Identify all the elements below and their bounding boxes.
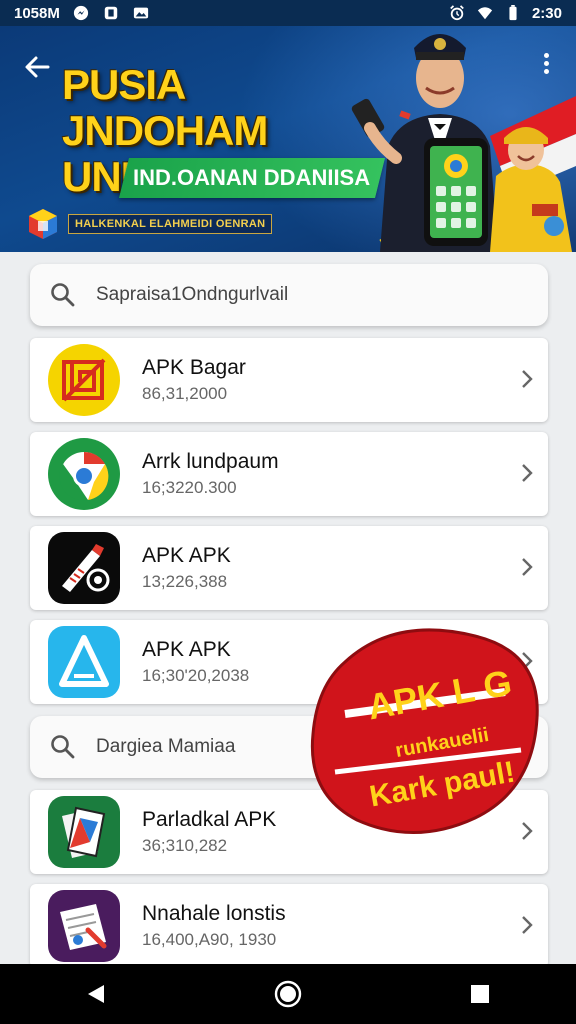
- chevron-right-icon: [522, 464, 533, 482]
- cube-logo-icon: [29, 209, 57, 239]
- more-options-icon[interactable]: [540, 50, 552, 82]
- list-item[interactable]: Nnahale lonstis 16,400,A90, 1930: [30, 884, 548, 968]
- app-meta: 86,31,2000: [142, 384, 228, 403]
- app-meta: 16;3220.300: [142, 478, 237, 497]
- app-name: Parladkal APK: [142, 808, 277, 831]
- app-meta: 16,400,A90, 1930: [142, 930, 277, 949]
- system-navigation-bar: [0, 964, 576, 1024]
- search-icon: [51, 283, 75, 307]
- app-meta: 16;30'20,2038: [142, 666, 250, 685]
- nav-home-icon[interactable]: [268, 974, 308, 1014]
- search-icon: [51, 735, 75, 759]
- back-arrow-icon[interactable]: [22, 52, 54, 84]
- app-meta: 36;310,282: [142, 836, 228, 855]
- notification-icon: [104, 6, 118, 20]
- messenger-icon: [73, 5, 88, 21]
- chevron-right-icon: [522, 370, 533, 388]
- tools-app-icon: [48, 532, 120, 604]
- stationery-app-icon: [48, 890, 120, 962]
- triangle-app-icon: [48, 626, 120, 698]
- secondary-search-placeholder: Dargiea Mamiaa: [96, 736, 236, 757]
- banner-tagline: HALKENKAL ELAHMEIDI OENRAN: [26, 204, 273, 244]
- list-item[interactable]: APK APK 13;226,388: [30, 526, 548, 610]
- photo-icon: [133, 7, 148, 19]
- chrome-style-app-icon: [48, 438, 120, 510]
- list-item[interactable]: APK Bagar 86,31,2000: [30, 338, 548, 422]
- list-item[interactable]: Arrk lundpaum 16;3220.300: [30, 432, 548, 516]
- chevron-right-icon: [522, 916, 533, 934]
- app-name: Arrk lundpaum: [142, 450, 279, 473]
- battery-icon: [509, 5, 517, 21]
- app-meta: 13;226,388: [142, 572, 228, 591]
- app-name: APK APK: [142, 638, 231, 661]
- status-left-text: 1058M: [14, 4, 60, 22]
- chevron-right-icon: [522, 558, 533, 576]
- status-bar: 1058M 2:30: [0, 0, 576, 26]
- app-name: APK Bagar: [142, 356, 246, 379]
- alarm-icon: [450, 5, 464, 21]
- nav-recents-icon[interactable]: [460, 974, 500, 1014]
- maze-app-icon: [48, 344, 120, 416]
- promo-sticker[interactable]: APK L G runkauelii Kark paul!: [305, 622, 545, 844]
- search-input[interactable]: Sapraisa1Ondngurlvail: [30, 264, 548, 326]
- wifi-icon: [477, 7, 493, 20]
- banner-tagline-text: HALKENKAL ELAHMEIDI OENRAN: [68, 214, 273, 234]
- search-placeholder: Sapraisa1Ondngurlvail: [96, 284, 289, 305]
- app-name: APK APK: [142, 544, 231, 567]
- nav-back-icon[interactable]: [76, 974, 116, 1014]
- banner-subtitle-text: IND.OANAN DDANIISA: [133, 165, 371, 190]
- status-time: 2:30: [531, 4, 562, 22]
- app-name: Nnahale lonstis: [142, 902, 286, 925]
- documents-app-icon: [48, 796, 120, 868]
- header-banner: PUSIA JNDOHAM UNDONESIA IND.OANAN DDANII…: [0, 26, 576, 252]
